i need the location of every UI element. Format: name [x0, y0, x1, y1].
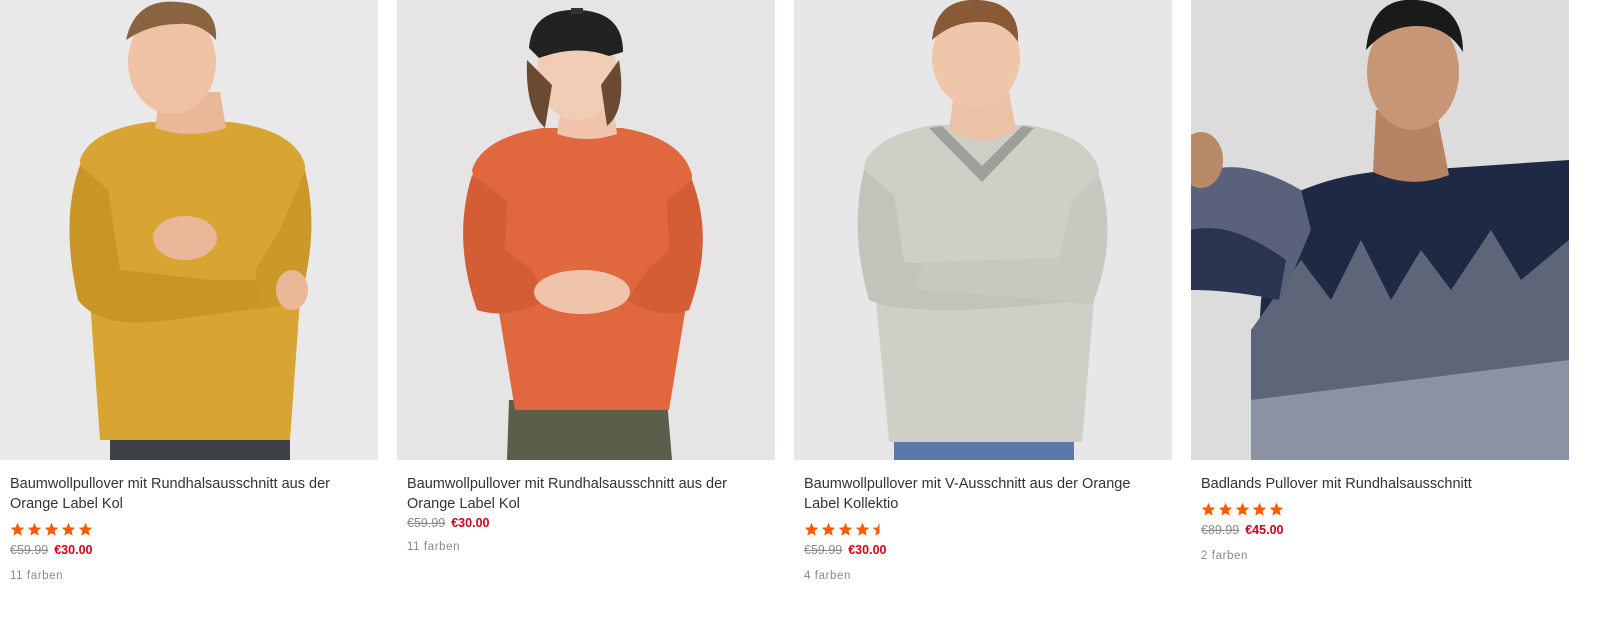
product-photo — [0, 0, 378, 460]
star-icon — [1218, 502, 1233, 516]
sale-price: €45.00 — [1245, 523, 1284, 537]
star-icon — [855, 522, 870, 536]
original-price: €89.99 — [1201, 523, 1240, 537]
sale-price: €30.00 — [54, 543, 93, 557]
star-icon — [61, 522, 76, 536]
star-icon — [1235, 502, 1250, 516]
product-info: Baumwollpullover mit Rundhalsausschnitt … — [407, 474, 765, 553]
color-count[interactable]: 11 farben — [10, 570, 368, 582]
product-card[interactable]: Baumwollpullover mit V-Ausschnitt aus de… — [794, 0, 1172, 633]
product-photo — [397, 0, 775, 460]
product-title[interactable]: Baumwollpullover mit Rundhalsausschnitt … — [10, 474, 350, 514]
product-rating — [1201, 499, 1613, 519]
star-icon — [1201, 502, 1216, 516]
star-icon — [78, 522, 93, 536]
product-title[interactable]: Baumwollpullover mit Rundhalsausschnitt … — [407, 474, 747, 514]
product-rating — [804, 519, 1162, 539]
sale-price: €30.00 — [451, 516, 490, 530]
product-card[interactable]: Baumwollpullover mit Rundhalsausschnitt … — [0, 0, 378, 633]
product-price: €59.99 €30.00 — [804, 543, 1162, 561]
product-title[interactable]: Badlands Pullover mit Rundhalsausschnitt — [1201, 474, 1541, 494]
star-icon — [44, 522, 59, 536]
half-star-icon — [872, 522, 880, 536]
product-info: Baumwollpullover mit V-Ausschnitt aus de… — [804, 474, 1162, 582]
product-title[interactable]: Baumwollpullover mit V-Ausschnitt aus de… — [804, 474, 1144, 514]
product-rating — [10, 519, 368, 539]
product-info: Baumwollpullover mit Rundhalsausschnitt … — [10, 474, 368, 582]
star-icon — [821, 522, 836, 536]
product-price: €89.99 €45.00 — [1201, 523, 1613, 541]
product-price: €59.99 €30.00 — [407, 516, 765, 534]
color-count[interactable]: 2 farben — [1201, 550, 1613, 562]
product-photo — [1191, 0, 1569, 460]
product-price: €59.99 €30.00 — [10, 543, 368, 561]
star-icon — [1269, 502, 1284, 516]
color-count[interactable]: 4 farben — [804, 570, 1162, 582]
product-image[interactable] — [397, 0, 775, 460]
color-count[interactable]: 11 farben — [407, 541, 765, 553]
product-card[interactable]: Baumwollpullover mit Rundhalsausschnitt … — [397, 0, 775, 633]
product-info: Badlands Pullover mit Rundhalsausschnitt… — [1201, 474, 1613, 562]
product-image[interactable] — [0, 0, 378, 460]
star-icon — [10, 522, 25, 536]
product-image[interactable] — [1191, 0, 1569, 460]
product-card[interactable]: Badlands Pullover mit Rundhalsausschnitt… — [1191, 0, 1623, 633]
sale-price: €30.00 — [848, 543, 887, 557]
product-grid: Baumwollpullover mit Rundhalsausschnitt … — [0, 0, 1623, 633]
star-icon — [838, 522, 853, 536]
star-icon — [1252, 502, 1267, 516]
product-image[interactable] — [794, 0, 1172, 460]
product-photo — [794, 0, 1172, 460]
star-icon — [804, 522, 819, 536]
original-price: €59.99 — [10, 543, 49, 557]
original-price: €59.99 — [804, 543, 843, 557]
original-price: €59.99 — [407, 516, 446, 530]
star-icon — [27, 522, 42, 536]
